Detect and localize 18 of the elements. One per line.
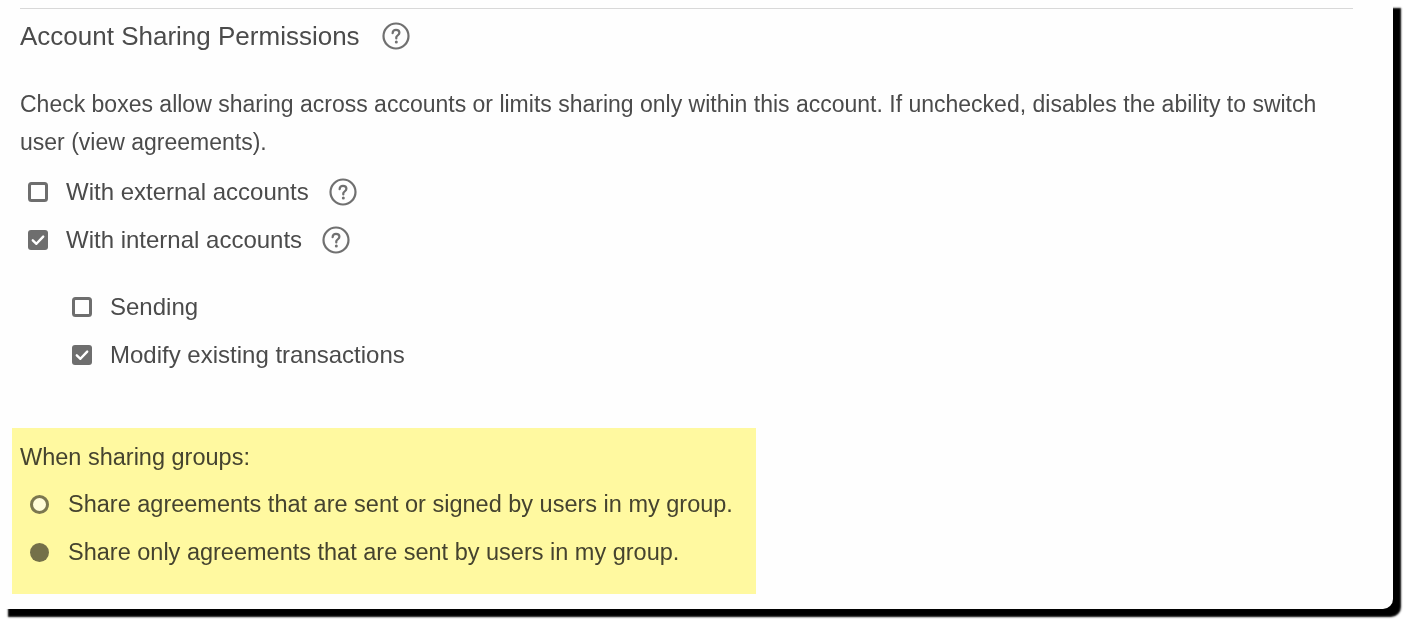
checkbox[interactable] (28, 182, 48, 202)
checkbox-label[interactable]: Modify existing transactions (110, 339, 405, 371)
group-sharing-heading: When sharing groups: (20, 443, 251, 472)
section-title: Account Sharing Permissions (20, 20, 360, 53)
section-description: Check boxes allow sharing across accounts or limits sharing only within this account. If unchecked, disables the ability to switch user (view agreements). (20, 90, 1318, 157)
checkbox[interactable] (72, 297, 92, 317)
help-icon[interactable] (328, 178, 357, 206)
radio-button[interactable] (30, 494, 49, 514)
checkbox-label[interactable]: With internal accounts (66, 224, 303, 256)
help-icon[interactable] (381, 22, 410, 50)
checkbox[interactable] (28, 230, 48, 250)
radio-label[interactable]: Share agreements that are sent or signed by users in my group. (68, 488, 733, 520)
checkbox-label[interactable]: Sending (110, 291, 199, 323)
radio-label[interactable]: Share only agreements that are sent by users in my group. (68, 536, 680, 568)
help-icon[interactable] (322, 226, 351, 254)
checkbox[interactable] (72, 345, 92, 365)
checkbox-label[interactable]: With external accounts (66, 176, 309, 208)
radio-button[interactable] (30, 542, 49, 562)
